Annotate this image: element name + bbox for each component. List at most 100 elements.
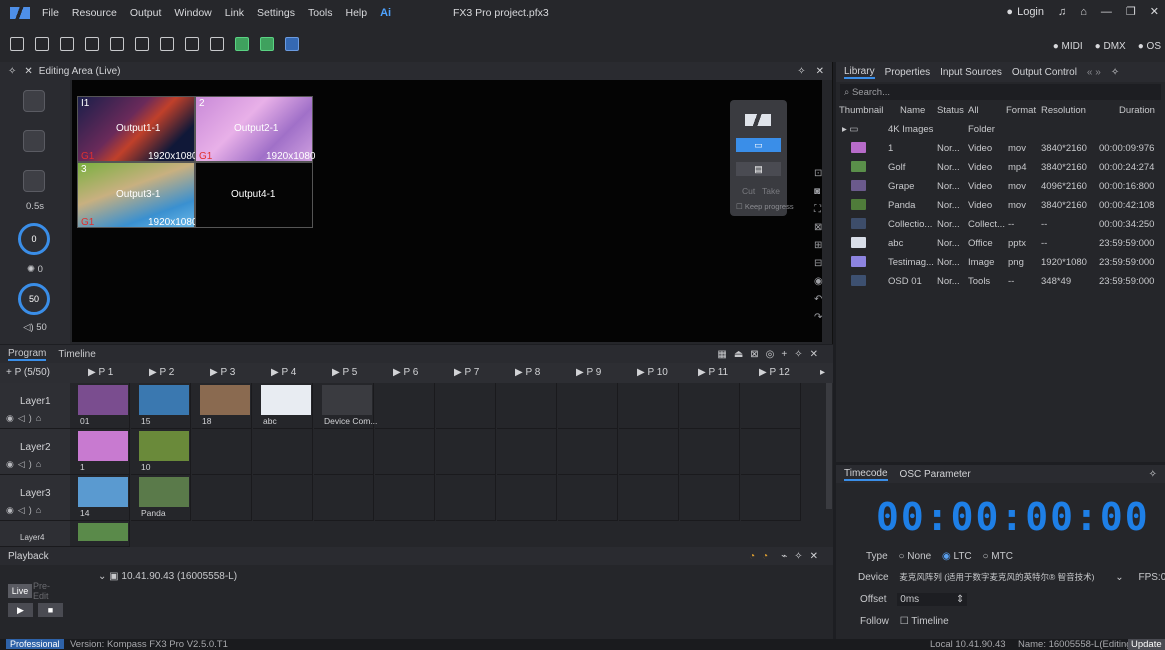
notification-icon[interactable]: ♫ (1058, 6, 1066, 18)
col-type-filter[interactable]: All (968, 105, 979, 116)
zoom-tool-icon[interactable]: ⊠ (814, 222, 822, 233)
menu-file[interactable]: File (42, 7, 59, 19)
page-header-4[interactable]: ▶ P 4 (271, 367, 296, 378)
close-tab-icon[interactable]: ✕ (24, 66, 32, 77)
playback-toolbar-icons[interactable]: ◔◔ (749, 551, 775, 562)
effects-icon[interactable] (210, 37, 224, 51)
network-icon[interactable] (285, 37, 299, 51)
col-name[interactable]: Name (900, 105, 925, 116)
camera-tool-icon[interactable]: ◙ (814, 186, 820, 197)
menu-output[interactable]: Output (130, 7, 162, 19)
close-button[interactable]: ✕ (1150, 5, 1159, 18)
library-row[interactable]: abc Nor... Office pptx -- 23:59:59:000 (836, 234, 1165, 253)
menu-resource[interactable]: Resource (72, 7, 117, 19)
col-thumbnail[interactable]: Thumbnail (839, 105, 883, 116)
take-button[interactable]: Take (762, 186, 780, 196)
program-cell[interactable] (375, 429, 435, 475)
tab-library[interactable]: Library (844, 66, 875, 79)
tab-timeline[interactable]: Timeline (58, 349, 95, 360)
program-cell[interactable]: Device Com... (314, 383, 377, 429)
program-cell[interactable] (680, 383, 740, 429)
menu-window[interactable]: Window (174, 7, 211, 19)
undo-tool-icon[interactable]: ↶ (814, 294, 822, 305)
tab-osc-parameter[interactable]: OSC Parameter (900, 469, 971, 480)
page-header-2[interactable]: ▶ P 2 (149, 367, 174, 378)
layer-3[interactable]: Layer3 ◉◁)⌂ (0, 475, 70, 521)
minus-tool-icon[interactable]: ⊟ (814, 258, 822, 269)
playback-pin-icons[interactable]: ⌁✧✕ (781, 551, 825, 562)
play-button[interactable]: ▶ (8, 603, 33, 617)
program-cell[interactable] (741, 383, 801, 429)
output-canvas[interactable]: I1 Output1-1 1920x1080 G1 2 Output2-1 19… (72, 80, 822, 342)
col-format[interactable]: Format (1006, 105, 1036, 116)
pin-panel-icon[interactable]: ✧ (797, 66, 805, 77)
library-folder-row[interactable]: ▸ ▭ 4K Images Folder (836, 120, 1165, 139)
menu-settings[interactable]: Settings (257, 7, 295, 19)
program-cell[interactable]: 18 (192, 383, 252, 429)
program-cell[interactable] (375, 383, 435, 429)
cut-button[interactable]: Cut (742, 186, 755, 196)
program-cell[interactable] (192, 475, 252, 521)
library-row[interactable]: Testimag... Nor... Image png 1920*1080 23:59:… (836, 253, 1165, 272)
open-project-icon[interactable] (35, 37, 49, 51)
page-header-8[interactable]: ▶ P 8 (515, 367, 540, 378)
radio-mtc[interactable]: ○ MTC (982, 551, 1013, 562)
page-header-10[interactable]: ▶ P 10 (637, 367, 668, 378)
program-cell[interactable] (741, 475, 801, 521)
page-header-11[interactable]: ▶ P 11 (698, 367, 728, 378)
library-row[interactable]: Golf Nor... Video mp4 3840*2160 00:00:24:274 (836, 158, 1165, 177)
col-status[interactable]: Status (937, 105, 964, 116)
tab-timecode[interactable]: Timecode (844, 468, 888, 481)
layer-2-controls-icon[interactable]: ◉◁)⌂ (6, 459, 45, 470)
layout-2-icon[interactable] (110, 37, 124, 51)
device-expand-icon[interactable]: ⌄ ▣ (98, 571, 121, 582)
preview-icon[interactable] (260, 37, 274, 51)
follow-checkbox[interactable]: ☐ Timeline (900, 616, 949, 627)
program-cell[interactable] (558, 429, 618, 475)
col-duration[interactable]: Duration (1119, 105, 1155, 116)
program-cell[interactable] (497, 475, 557, 521)
tab-more-icon[interactable]: « » (1087, 67, 1101, 78)
tab-output-control[interactable]: Output Control (1012, 67, 1077, 78)
tab-input-sources[interactable]: Input Sources (940, 67, 1002, 78)
program-cell[interactable] (436, 429, 496, 475)
timecode-pin-icon[interactable]: ✧ (1149, 469, 1157, 480)
program-cell[interactable] (619, 475, 679, 521)
layer-3-controls-icon[interactable]: ◉◁)⌂ (6, 505, 45, 516)
new-project-icon[interactable] (10, 37, 24, 51)
library-row[interactable]: OSD 01 Nor... Tools -- 348*49 23:59:59:000 (836, 272, 1165, 291)
menu-help[interactable]: Help (346, 7, 368, 19)
eye-tool-icon[interactable]: ◉ (814, 276, 823, 287)
page-header-3[interactable]: ▶ P 3 (210, 367, 235, 378)
restore-button[interactable]: ❐ (1126, 5, 1136, 18)
program-cell[interactable]: 1 (70, 429, 130, 475)
program-cell[interactable] (558, 383, 618, 429)
menu-tools[interactable]: Tools (308, 7, 333, 19)
add-tool-icon[interactable]: ⊞ (814, 240, 822, 251)
monitor-icon[interactable] (23, 130, 45, 152)
program-cell[interactable]: abc (253, 383, 313, 429)
program-cell[interactable] (436, 383, 496, 429)
program-toolbar-icons[interactable]: ▦⏏⊠◎+✧✕ (717, 349, 825, 360)
radio-ltc[interactable]: ◉ LTC (942, 551, 972, 562)
output-4-cell[interactable]: Output4-1 (195, 162, 313, 228)
library-row[interactable]: Collectio... Nor... Collect... -- -- 00:00:34… (836, 215, 1165, 234)
program-cell[interactable] (314, 429, 374, 475)
tab-program[interactable]: Program (8, 348, 47, 361)
library-row[interactable]: Panda Nor... Video mov 3840*2160 00:00:42:108 (836, 196, 1165, 215)
expand-tool-icon[interactable]: ⛶ (814, 204, 821, 215)
knob-2[interactable]: 50 (18, 283, 50, 315)
col-resolution[interactable]: Resolution (1041, 105, 1086, 116)
stop-button[interactable]: ■ (38, 603, 63, 617)
ftb-icon[interactable] (23, 170, 45, 192)
program-cell[interactable] (497, 429, 557, 475)
device-dropdown-icon[interactable]: ⌄ (1115, 572, 1123, 583)
program-cell[interactable] (619, 429, 679, 475)
screen-button[interactable]: ▭ (736, 138, 781, 152)
lock-icon[interactable]: ⌂ (1080, 6, 1087, 18)
page-header-6[interactable]: ▶ P 6 (393, 367, 418, 378)
multiview-icon[interactable] (235, 37, 249, 51)
device-select[interactable]: 麦克风阵列 (适用于数字麦克风的英特尔® 智音技术) (899, 572, 1094, 582)
layout-1-icon[interactable] (85, 37, 99, 51)
output-2-cell[interactable]: 2 Output2-1 1920x1080 G1 (195, 96, 316, 162)
